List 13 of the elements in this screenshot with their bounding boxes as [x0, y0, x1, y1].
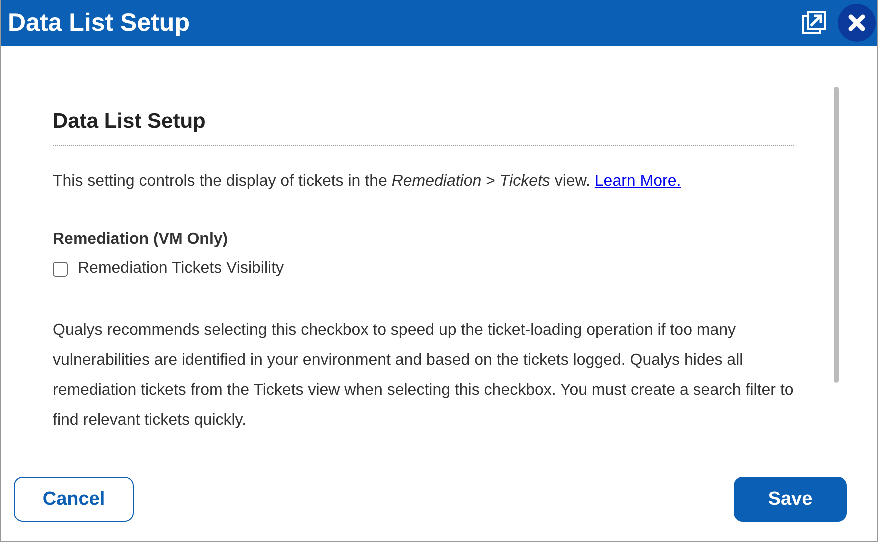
window-title: Data List Setup	[8, 8, 190, 38]
checkbox-label[interactable]: Remediation Tickets Visibility	[78, 260, 284, 278]
section-heading: Data List Setup	[53, 110, 794, 146]
scrollbar[interactable]	[834, 87, 839, 383]
popout-icon[interactable]	[802, 11, 826, 35]
group-label: Remediation (VM Only)	[53, 231, 230, 249]
close-icon[interactable]	[838, 4, 876, 42]
cancel-button[interactable]: Cancel	[14, 477, 134, 522]
checkbox[interactable]	[53, 262, 68, 276]
description-text: This setting controls the display of tickets in the Remediation > Tickets view.	[53, 173, 590, 190]
learn-more-link[interactable]: Learn More.	[594, 173, 682, 190]
note-text: Qualys recommends selecting this checkbox to speed up the ticket-loading operation if too many vulnerabilities are identified in your environment and based on the tickets logged. Qualys hides all remediation tickets from the Tickets view when selecting this checkbox. You must create a search filter to find relevant tickets quickly.	[53, 321, 794, 431]
save-button[interactable]: Save	[734, 477, 847, 522]
